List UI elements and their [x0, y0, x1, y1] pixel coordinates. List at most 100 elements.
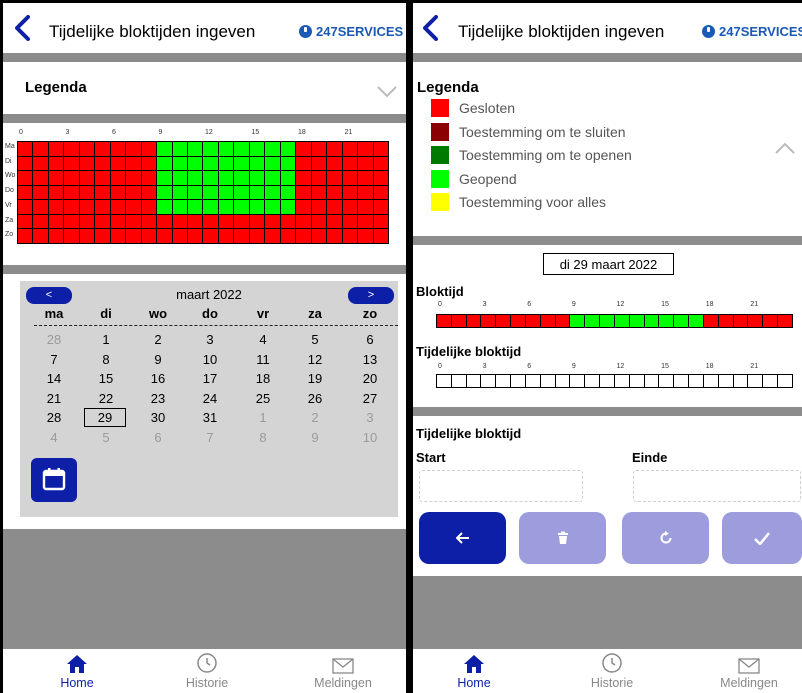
calendar-day[interactable]: 2 — [133, 332, 183, 347]
calendar-day[interactable]: 17 — [185, 371, 235, 386]
tijdelijke-cell[interactable] — [674, 375, 690, 388]
schedule-cell[interactable] — [358, 200, 374, 215]
schedule-cell[interactable] — [79, 185, 96, 201]
schedule-cell[interactable] — [126, 156, 142, 172]
calendar-day[interactable]: 12 — [290, 352, 340, 367]
schedule-cell[interactable] — [48, 214, 65, 230]
schedule-cell[interactable] — [126, 185, 142, 201]
calendar-day[interactable]: 9 — [133, 352, 183, 367]
schedule-cell[interactable] — [79, 142, 96, 157]
schedule-cell[interactable] — [249, 156, 266, 172]
tijdelijke-cell[interactable] — [466, 375, 482, 388]
tijdelijke-cell[interactable] — [763, 375, 779, 388]
schedule-cell[interactable] — [327, 156, 343, 172]
chevron-down-icon[interactable] — [377, 86, 397, 98]
schedule-cell[interactable] — [249, 142, 266, 157]
schedule-cell[interactable] — [172, 229, 189, 244]
schedule-cell[interactable] — [203, 229, 219, 244]
schedule-cell[interactable] — [33, 142, 49, 157]
prev-month-button[interactable]: < — [26, 287, 72, 304]
calendar-day[interactable]: 30 — [133, 410, 183, 425]
schedule-cell[interactable] — [157, 214, 173, 230]
schedule-cell[interactable] — [358, 171, 374, 186]
schedule-cell[interactable] — [33, 200, 49, 215]
calendar-day[interactable]: 18 — [238, 371, 288, 386]
date-display[interactable]: di 29 maart 2022 — [543, 253, 674, 275]
start-field[interactable] — [419, 470, 583, 502]
schedule-cell[interactable] — [311, 171, 328, 186]
schedule-cell[interactable] — [110, 200, 127, 215]
schedule-cell[interactable] — [296, 171, 312, 186]
schedule-cell[interactable] — [249, 171, 266, 186]
schedule-cell[interactable] — [157, 200, 173, 215]
schedule-cell[interactable] — [265, 156, 281, 172]
nav-notifications[interactable]: Meldingen — [699, 652, 799, 690]
schedule-cell[interactable] — [64, 171, 80, 186]
schedule-cell[interactable] — [327, 229, 343, 244]
tijdelijke-cell[interactable] — [733, 375, 749, 388]
schedule-cell[interactable] — [48, 156, 65, 172]
schedule-cell[interactable] — [234, 142, 250, 157]
schedule-cell[interactable] — [218, 185, 235, 201]
schedule-cell[interactable] — [188, 171, 204, 186]
schedule-cell[interactable] — [141, 229, 158, 244]
calendar-day[interactable]: 4 — [238, 332, 288, 347]
tijdelijke-cell[interactable] — [525, 375, 541, 388]
schedule-cell[interactable] — [296, 200, 312, 215]
tijdelijke-cell[interactable] — [689, 375, 704, 388]
schedule-cell[interactable] — [296, 156, 312, 172]
schedule-cell[interactable] — [311, 200, 328, 215]
schedule-cell[interactable] — [234, 200, 250, 215]
schedule-cell[interactable] — [280, 214, 297, 230]
schedule-cell[interactable] — [110, 171, 127, 186]
nav-home[interactable]: Home — [424, 652, 524, 690]
calendar-day[interactable]: 20 — [345, 371, 395, 386]
schedule-cell[interactable] — [172, 171, 189, 186]
schedule-cell[interactable] — [188, 200, 204, 215]
calendar-day[interactable]: 27 — [345, 391, 395, 406]
schedule-cell[interactable] — [296, 229, 312, 244]
schedule-cell[interactable] — [203, 214, 219, 230]
schedule-cell[interactable] — [218, 171, 235, 186]
schedule-cell[interactable] — [79, 171, 96, 186]
calendar-day[interactable]: 10 — [345, 430, 395, 445]
calendar-day[interactable]: 23 — [133, 391, 183, 406]
schedule-cell[interactable] — [172, 185, 189, 201]
tijdelijke-cell[interactable] — [629, 375, 645, 388]
tijdelijke-cell[interactable] — [644, 375, 660, 388]
schedule-cell[interactable] — [79, 214, 96, 230]
schedule-cell[interactable] — [265, 200, 281, 215]
calendar-day[interactable]: 25 — [238, 391, 288, 406]
schedule-cell[interactable] — [373, 156, 389, 172]
schedule-cell[interactable] — [141, 200, 158, 215]
schedule-cell[interactable] — [172, 142, 189, 157]
schedule-cell[interactable] — [64, 142, 80, 157]
tijdelijke-cell[interactable] — [496, 375, 512, 388]
schedule-cell[interactable] — [157, 229, 173, 244]
calendar-day[interactable]: 6 — [133, 430, 183, 445]
legend-header[interactable]: Legenda — [3, 62, 406, 114]
tijdelijke-cell[interactable] — [659, 375, 675, 388]
calendar-day[interactable]: 28 — [29, 332, 79, 347]
schedule-cell[interactable] — [296, 185, 312, 201]
calendar-day[interactable]: 8 — [238, 430, 288, 445]
tijdelijke-bloktijd-bar[interactable] — [436, 374, 793, 388]
schedule-cell[interactable] — [265, 171, 281, 186]
schedule-cell[interactable] — [218, 200, 235, 215]
schedule-cell[interactable] — [95, 185, 111, 201]
calendar-day[interactable]: 3 — [185, 332, 235, 347]
calendar-button[interactable] — [31, 458, 77, 502]
tijdelijke-cell[interactable] — [600, 375, 615, 388]
schedule-cell[interactable] — [110, 142, 127, 157]
legend-panel[interactable]: Legenda Gesloten Toestemming om te sluite… — [413, 62, 802, 236]
calendar-day[interactable]: 9 — [290, 430, 340, 445]
calendar-day[interactable]: 14 — [29, 371, 79, 386]
schedule-cell[interactable] — [48, 185, 65, 201]
schedule-cell[interactable] — [342, 185, 359, 201]
schedule-cell[interactable] — [126, 229, 142, 244]
chevron-up-icon[interactable] — [775, 142, 795, 154]
schedule-cell[interactable] — [358, 185, 374, 201]
schedule-cell[interactable] — [64, 214, 80, 230]
schedule-cell[interactable] — [296, 214, 312, 230]
schedule-cell[interactable] — [280, 156, 297, 172]
